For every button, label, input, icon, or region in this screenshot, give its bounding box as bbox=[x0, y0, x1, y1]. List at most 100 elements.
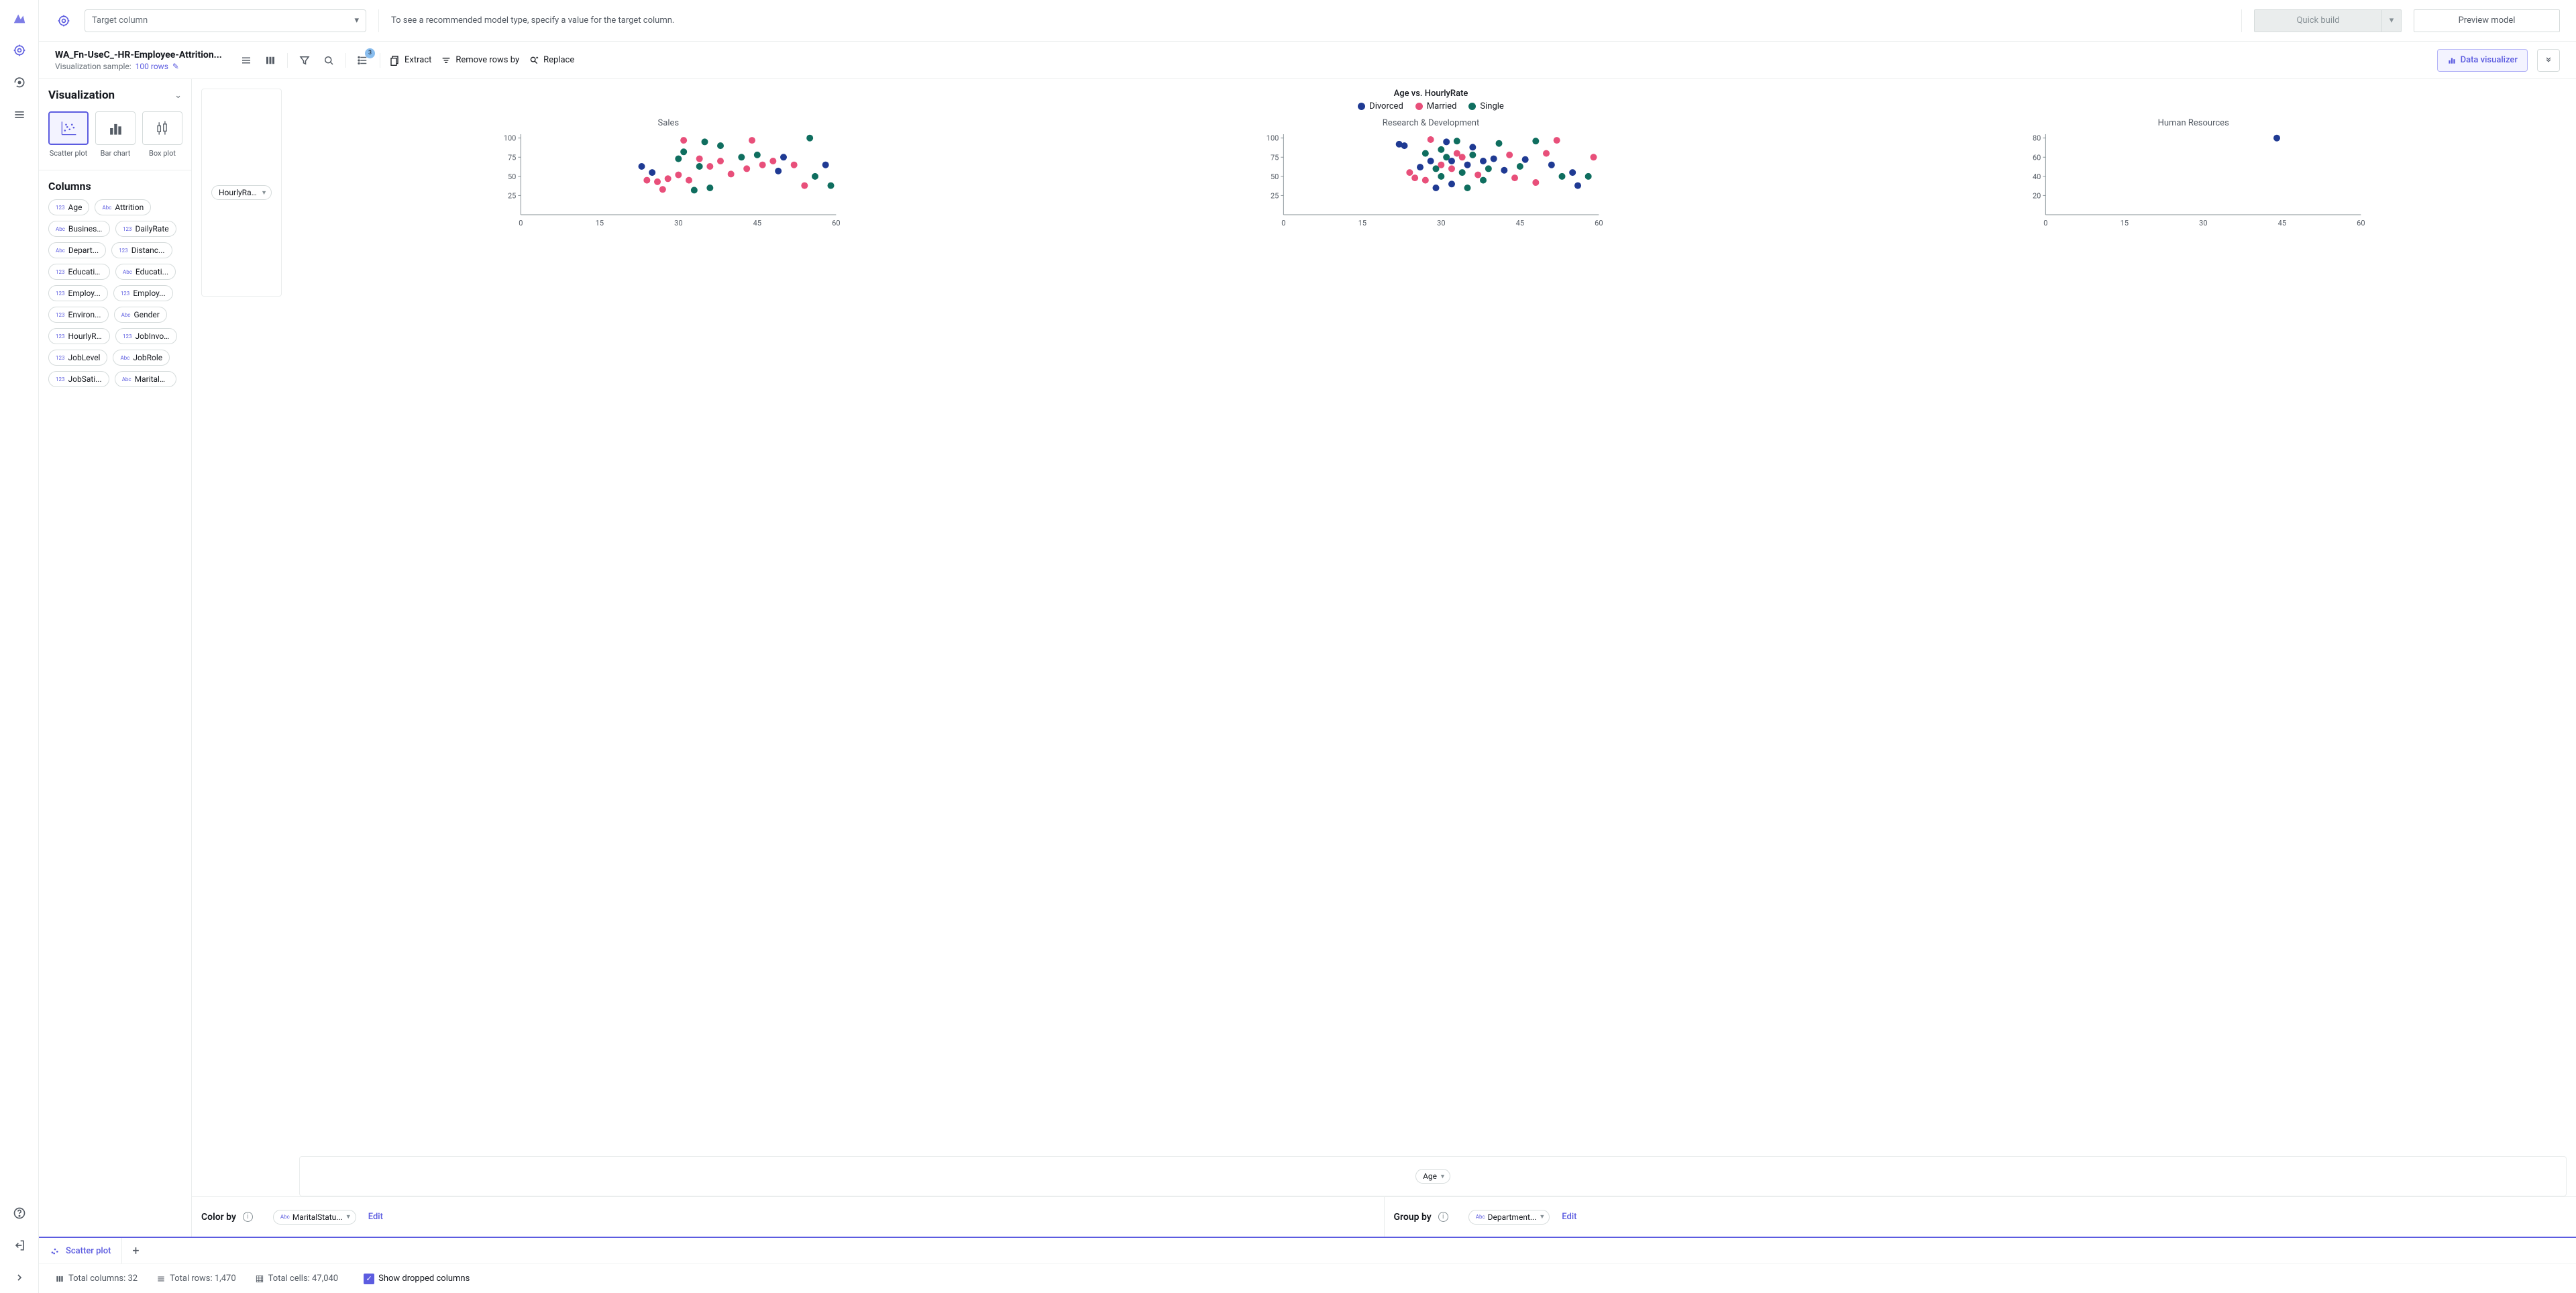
data-point[interactable] bbox=[1427, 158, 1434, 164]
data-point[interactable] bbox=[1458, 154, 1465, 160]
filter-icon[interactable] bbox=[297, 53, 312, 68]
column-pill[interactable]: AbcGender bbox=[114, 307, 167, 323]
show-dropped-checkbox[interactable]: ✓ Show dropped columns bbox=[364, 1274, 470, 1284]
data-point[interactable] bbox=[1406, 169, 1413, 176]
data-point[interactable] bbox=[749, 137, 755, 144]
column-pill[interactable]: AbcEducati... bbox=[115, 264, 176, 280]
data-point[interactable] bbox=[1438, 146, 1444, 153]
column-pill[interactable]: 123Employ... bbox=[48, 285, 108, 301]
data-point[interactable] bbox=[1543, 150, 1550, 157]
column-pill[interactable]: AbcBusines... bbox=[48, 221, 110, 237]
data-point[interactable] bbox=[1532, 138, 1539, 144]
search-icon[interactable] bbox=[321, 53, 336, 68]
data-point[interactable] bbox=[665, 175, 672, 182]
data-point[interactable] bbox=[696, 163, 703, 170]
data-point[interactable] bbox=[1558, 173, 1565, 180]
target-column-select[interactable]: Target column ▾ bbox=[85, 9, 366, 32]
data-point[interactable] bbox=[1458, 169, 1465, 176]
column-pill[interactable]: 123Distanc... bbox=[111, 242, 172, 258]
column-pill[interactable]: AbcJobRole bbox=[113, 350, 170, 366]
data-point[interactable] bbox=[801, 183, 808, 189]
data-point[interactable] bbox=[1532, 179, 1539, 186]
help-icon[interactable] bbox=[11, 1204, 28, 1222]
columns-view-icon[interactable] bbox=[263, 53, 278, 68]
x-axis-dropzone[interactable]: Age ▼ bbox=[299, 1156, 2567, 1196]
steps-icon[interactable]: 3 bbox=[356, 53, 370, 68]
viz-type-scatter-plot[interactable]: Scatter plot bbox=[48, 111, 89, 158]
rows-view-icon[interactable] bbox=[239, 53, 254, 68]
logo-icon[interactable] bbox=[11, 9, 28, 27]
data-point[interactable] bbox=[1553, 137, 1560, 144]
data-visualizer-button[interactable]: Data visualizer bbox=[2437, 49, 2528, 72]
column-pill[interactable]: 123Employ... bbox=[113, 285, 173, 301]
data-point[interactable] bbox=[775, 168, 782, 174]
sample-value[interactable]: 100 rows bbox=[136, 62, 168, 71]
data-point[interactable] bbox=[1422, 177, 1429, 184]
data-point[interactable] bbox=[649, 169, 655, 176]
extract-action[interactable]: Extract bbox=[390, 55, 431, 66]
column-pill[interactable]: 123HourlyR... bbox=[48, 328, 110, 344]
data-point[interactable] bbox=[1464, 162, 1470, 168]
info-icon[interactable]: i bbox=[243, 1212, 253, 1222]
column-pill[interactable]: 123JobInvo... bbox=[115, 328, 177, 344]
data-point[interactable] bbox=[702, 138, 708, 145]
data-point[interactable] bbox=[2273, 135, 2280, 142]
data-point[interactable] bbox=[1417, 164, 1424, 170]
data-point[interactable] bbox=[1469, 144, 1476, 150]
data-point[interactable] bbox=[1448, 158, 1455, 164]
column-pill[interactable]: 123Environ... bbox=[48, 307, 109, 323]
column-pill[interactable]: 123JobSati... bbox=[48, 371, 109, 387]
data-point[interactable] bbox=[1511, 174, 1518, 181]
data-point[interactable] bbox=[717, 158, 724, 164]
chevron-down-icon[interactable]: ⌄ bbox=[174, 91, 182, 101]
column-pill[interactable]: AbcAttrition bbox=[95, 199, 151, 215]
data-point[interactable] bbox=[675, 172, 682, 178]
data-point[interactable] bbox=[1521, 156, 1528, 163]
data-point[interactable] bbox=[738, 154, 745, 160]
data-point[interactable] bbox=[822, 162, 829, 168]
data-point[interactable] bbox=[812, 173, 818, 180]
data-point[interactable] bbox=[780, 154, 787, 160]
data-point[interactable] bbox=[659, 186, 666, 193]
data-point[interactable] bbox=[1438, 162, 1444, 168]
data-point[interactable] bbox=[1432, 185, 1439, 191]
expand-toolbar-icon[interactable] bbox=[2537, 49, 2560, 72]
column-pill[interactable]: 123Education bbox=[48, 264, 110, 280]
data-point[interactable] bbox=[1585, 173, 1591, 180]
data-point[interactable] bbox=[1490, 156, 1497, 162]
data-point[interactable] bbox=[1480, 158, 1487, 164]
data-point[interactable] bbox=[1569, 169, 1576, 176]
data-point[interactable] bbox=[1495, 140, 1502, 147]
data-point[interactable] bbox=[1422, 150, 1429, 157]
data-point[interactable] bbox=[706, 163, 713, 170]
data-point[interactable] bbox=[754, 152, 761, 158]
data-point[interactable] bbox=[728, 170, 735, 177]
data-point[interactable] bbox=[1590, 154, 1597, 160]
data-point[interactable] bbox=[686, 177, 692, 184]
data-point[interactable] bbox=[1548, 162, 1555, 168]
data-point[interactable] bbox=[769, 158, 776, 164]
data-point[interactable] bbox=[717, 142, 724, 149]
data-point[interactable] bbox=[743, 165, 750, 172]
data-point[interactable] bbox=[1474, 172, 1481, 178]
data-point[interactable] bbox=[1401, 142, 1407, 149]
exit-icon[interactable] bbox=[11, 1237, 28, 1254]
data-point[interactable] bbox=[696, 156, 703, 162]
data-point[interactable] bbox=[1443, 138, 1450, 145]
data-point[interactable] bbox=[654, 178, 661, 185]
column-pill[interactable]: 123JobLevel bbox=[48, 350, 107, 366]
data-point[interactable] bbox=[1448, 180, 1455, 187]
data-point[interactable] bbox=[791, 162, 798, 168]
data-point[interactable] bbox=[706, 185, 713, 191]
y-axis-dropzone[interactable]: HourlyRate... ▼ bbox=[201, 89, 282, 297]
data-point[interactable] bbox=[1506, 152, 1513, 158]
data-point[interactable] bbox=[1464, 185, 1470, 191]
tab-scatter-plot[interactable]: Scatter plot bbox=[39, 1238, 122, 1263]
data-point[interactable] bbox=[806, 135, 813, 142]
edit-icon[interactable]: ✎ bbox=[172, 62, 179, 71]
expand-nav-icon[interactable] bbox=[11, 1269, 28, 1286]
data-point[interactable] bbox=[1485, 165, 1492, 172]
data-point[interactable] bbox=[639, 163, 645, 170]
column-pill[interactable]: 123Age bbox=[48, 199, 89, 215]
preview-model-button[interactable]: Preview model bbox=[2414, 9, 2560, 32]
